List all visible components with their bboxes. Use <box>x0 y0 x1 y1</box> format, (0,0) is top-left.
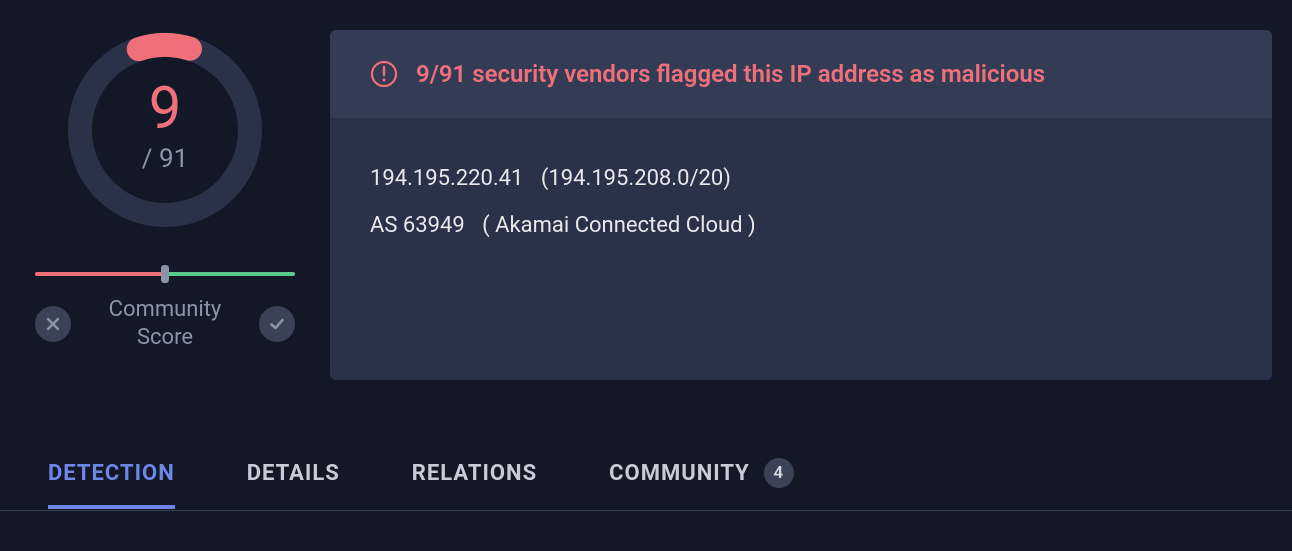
check-icon <box>268 315 286 333</box>
asn-line: AS 63949 ( Akamai Connected Cloud ) <box>370 213 1232 238</box>
score-panel: 9 / 91 Community Score <box>0 20 330 380</box>
vote-malicious-button[interactable] <box>35 306 71 342</box>
alert-banner: 9/91 security vendors flagged this IP ad… <box>330 30 1272 118</box>
ip-details: 194.195.220.41 (194.195.208.0/20) AS 639… <box>330 118 1272 290</box>
slider-track[interactable] <box>35 268 295 282</box>
detection-gauge: 9 / 91 <box>65 30 265 230</box>
community-score-slider: Community Score <box>35 268 295 351</box>
asn-name: ( Akamai Connected Cloud ) <box>482 213 755 238</box>
tab-detection[interactable]: DETECTION <box>48 445 175 508</box>
tab-details[interactable]: DETAILS <box>247 445 340 508</box>
summary-container: 9 / 91 Community Score <box>0 0 1292 380</box>
ip-line: 194.195.220.41 (194.195.208.0/20) <box>370 166 1232 191</box>
asn-number: AS 63949 <box>370 213 465 238</box>
ip-cidr: (194.195.208.0/20) <box>541 166 731 191</box>
info-panel: 9/91 security vendors flagged this IP ad… <box>330 30 1272 380</box>
vote-harmless-button[interactable] <box>259 306 295 342</box>
tab-community[interactable]: COMMUNITY 4 <box>609 442 794 510</box>
detections-total: / 91 <box>142 144 188 174</box>
community-count-badge: 4 <box>764 458 794 488</box>
tab-relations[interactable]: RELATIONS <box>412 445 537 508</box>
alert-icon <box>370 60 398 88</box>
slider-positive-bar <box>165 272 295 276</box>
close-icon <box>44 315 62 333</box>
detections-count: 9 <box>142 80 188 138</box>
ip-address: 194.195.220.41 <box>370 166 523 191</box>
slider-thumb[interactable] <box>161 265 169 283</box>
community-score-label: Community Score <box>109 296 222 351</box>
alert-text: 9/91 security vendors flagged this IP ad… <box>416 60 1045 88</box>
tabs-bar: DETECTION DETAILS RELATIONS COMMUNITY 4 <box>0 442 1292 511</box>
slider-negative-bar <box>35 272 165 276</box>
